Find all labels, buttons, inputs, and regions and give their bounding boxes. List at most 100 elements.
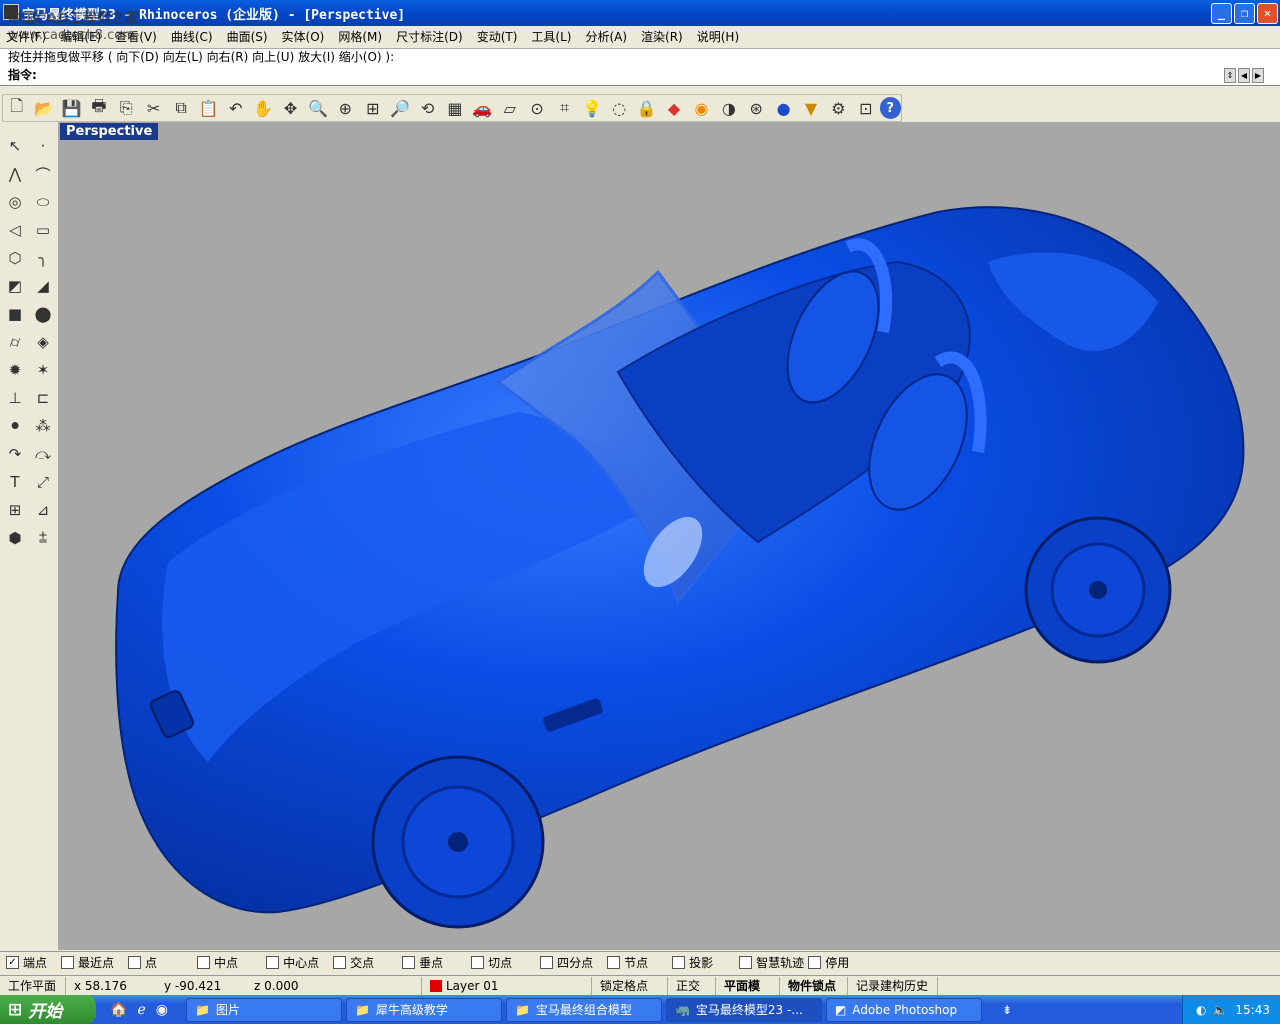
osnap-knot-checkbox[interactable] [607, 956, 621, 969]
arc-icon[interactable]: ◁ [3, 218, 27, 242]
restore-button[interactable]: ❐ [1234, 3, 1255, 24]
perspective-viewport[interactable]: Perspective [58, 122, 1280, 950]
move-icon[interactable]: ⤢ [31, 470, 55, 494]
text-icon[interactable]: T [3, 470, 27, 494]
trim-icon[interactable]: ⊥ [3, 386, 27, 410]
status-record-history[interactable]: 记录建构历史 [848, 976, 938, 995]
explode-icon[interactable]: ✶ [31, 358, 55, 382]
minimize-button[interactable]: _ [1211, 3, 1232, 24]
circle-icon[interactable]: ◎ [3, 190, 27, 214]
light-bulb-icon[interactable]: 💡 [578, 95, 605, 121]
osnap-center-checkbox[interactable] [266, 956, 280, 969]
osnap-smarttrack[interactable]: 智慧轨迹 [739, 954, 804, 971]
menu-analyze[interactable]: 分析(A) [585, 28, 627, 45]
task-rhino-tutorial[interactable]: 📁 犀牛高级教学 [345, 997, 502, 1022]
polygon-icon[interactable]: ⬡ [3, 246, 27, 270]
render-settings-icon[interactable]: ▼ [797, 95, 824, 121]
save-icon[interactable]: 💾 [58, 95, 85, 121]
dimension-icon[interactable]: ⊿ [31, 498, 55, 522]
ungroup-icon[interactable]: ⁂ [31, 414, 55, 438]
array-icon[interactable]: ⊞ [3, 498, 27, 522]
osnap-end[interactable]: ✓ 端点 [6, 954, 47, 971]
zoom-selected-icon[interactable]: 🔎 [386, 95, 413, 121]
task-rhino-active[interactable]: 🦏 宝马最终模型23 -... [665, 997, 822, 1022]
osnap-quad[interactable]: 四分点 [540, 954, 593, 971]
osnap-center[interactable]: 中心点 [266, 954, 319, 971]
group-icon[interactable]: ⚫ [3, 414, 27, 438]
status-ortho[interactable]: 正交 [668, 976, 716, 995]
object-snap-icon[interactable]: ⊙ [523, 95, 550, 121]
blend-curve-icon[interactable]: ↷ [3, 442, 27, 466]
cut-icon[interactable]: ✂ [140, 95, 167, 121]
copy-icon[interactable]: ⧉ [167, 95, 194, 121]
history-back-icon[interactable]: ◀ [1238, 68, 1250, 83]
car-icon[interactable]: 🚗 [469, 95, 496, 121]
media-icon[interactable]: ◉ [156, 1002, 168, 1018]
pan-hand-icon[interactable]: ✋ [250, 95, 277, 121]
start-button[interactable]: ⊞ 开始 [0, 995, 96, 1024]
mesh-icon[interactable]: ◈ [31, 330, 55, 354]
osnap-end-checkbox[interactable]: ✓ [6, 956, 19, 969]
menu-dimension[interactable]: 尺寸标注(D) [396, 28, 463, 45]
layer-icon[interactable]: ◆ [660, 95, 687, 121]
polyline-icon[interactable]: ⋀ [3, 162, 27, 186]
rectangle-icon[interactable]: ▭ [31, 218, 55, 242]
osnap-int[interactable]: 交点 [333, 954, 374, 971]
box-solid-icon[interactable]: ■ [3, 302, 27, 326]
lock-icon[interactable]: 🔒 [633, 95, 660, 121]
show-desktop-icon[interactable]: 🏠 [110, 1002, 127, 1018]
osnap-quad-checkbox[interactable] [540, 956, 554, 969]
osnap-point[interactable]: 点 [128, 954, 157, 971]
four-viewports-icon[interactable]: ▦ [441, 95, 468, 121]
osnap-near[interactable]: 最近点 [61, 954, 114, 971]
close-button[interactable]: ✕ [1257, 3, 1278, 24]
history-forward-icon[interactable]: ▶ [1252, 68, 1264, 83]
command-input[interactable]: 指令: [0, 66, 1280, 86]
menu-help[interactable]: 说明(H) [697, 28, 739, 45]
zoom-extents-icon[interactable]: ⊞ [359, 95, 386, 121]
wireframe-sphere-icon[interactable]: ⊛ [743, 95, 770, 121]
osnap-int-checkbox[interactable] [333, 956, 347, 969]
menu-render[interactable]: 渲染(R) [641, 28, 683, 45]
options-gear-icon[interactable]: ⚙ [825, 95, 852, 121]
status-grid-snap[interactable]: 锁定格点 [592, 976, 668, 995]
status-osnap[interactable]: 物件锁点 [780, 976, 848, 995]
select-arrow-icon[interactable]: ↖ [3, 134, 27, 158]
fillet-curve-icon[interactable]: ╮ [31, 246, 55, 270]
box-view-icon[interactable]: ⬢ [3, 526, 27, 550]
osnap-disable-checkbox[interactable] [808, 956, 822, 969]
osnap-mid[interactable]: 中点 [197, 954, 238, 971]
offset-curve-icon[interactable]: ⤼ [31, 442, 55, 466]
menu-mesh[interactable]: 网格(M) [338, 28, 382, 45]
osnap-project[interactable]: 投影 [672, 954, 713, 971]
help-icon[interactable]: ? [879, 97, 902, 119]
shaded-sphere-icon[interactable]: ◑ [715, 95, 742, 121]
osnap-smarttrack-checkbox[interactable] [739, 956, 753, 969]
volume-icon[interactable]: 🔈 [1212, 1003, 1227, 1017]
pen-input-icon[interactable]: ⇟ [1002, 1003, 1012, 1017]
zoom-dynamic-icon[interactable]: 🔍 [304, 95, 331, 121]
osnap-near-checkbox[interactable] [61, 956, 75, 969]
split-icon[interactable]: ⊏ [31, 386, 55, 410]
ellipse-icon[interactable]: ⬭ [31, 190, 55, 214]
osnap-tan[interactable]: 切点 [471, 954, 512, 971]
toolbar-layout-icon[interactable]: ⊡ [852, 95, 879, 121]
menu-solid[interactable]: 实体(O) [282, 28, 325, 45]
status-layer[interactable]: Layer 01 [422, 976, 592, 995]
undo-view-icon[interactable]: ⟲ [414, 95, 441, 121]
render-sphere-icon[interactable]: ● [770, 95, 797, 121]
osnap-knot[interactable]: 节点 [607, 954, 648, 971]
boolean-union-icon[interactable]: ⬤ [31, 302, 55, 326]
paste-icon[interactable]: 📋 [195, 95, 222, 121]
zoom-window-icon[interactable]: ⊕ [332, 95, 359, 121]
status-planar[interactable]: 平面模式 [716, 976, 780, 1011]
menu-tools[interactable]: 工具(L) [531, 28, 571, 45]
cplane-icon[interactable]: ▱ [496, 95, 523, 121]
clock[interactable]: 15:43 [1235, 1003, 1270, 1017]
analysis-icon[interactable]: ⩲ [31, 526, 55, 550]
menu-transform[interactable]: 变动(T) [477, 28, 518, 45]
light-off-icon[interactable]: ◌ [606, 95, 633, 121]
extrude-surface-icon[interactable]: ◢ [31, 274, 55, 298]
open-folder-icon[interactable]: 📂 [30, 95, 57, 121]
task-pictures[interactable]: 📁 图片 [185, 997, 342, 1022]
